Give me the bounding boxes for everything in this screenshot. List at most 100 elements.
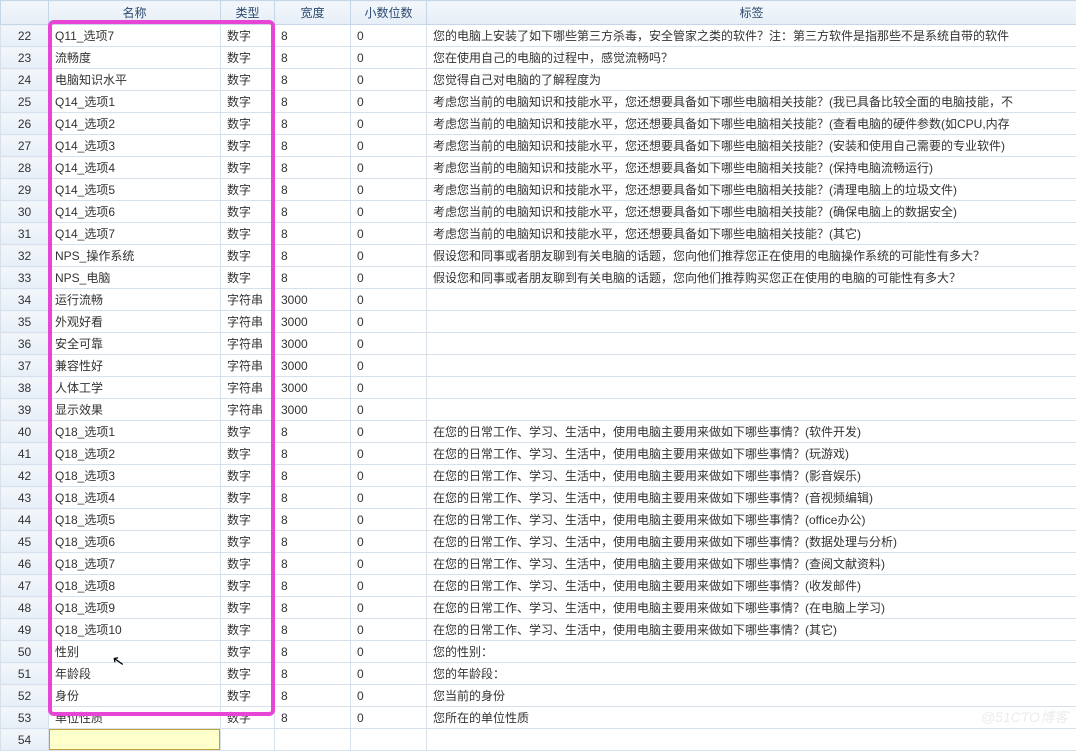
cell-decimals[interactable]: 0 bbox=[351, 157, 427, 179]
table-row[interactable]: 43Q18_选项4数字80在您的日常工作、学习、生活中，使用电脑主要用来做如下哪… bbox=[1, 487, 1076, 509]
header-corner[interactable] bbox=[1, 1, 49, 25]
cell-type[interactable]: 字符串 bbox=[221, 355, 275, 377]
table-row[interactable]: 45Q18_选项6数字80在您的日常工作、学习、生活中，使用电脑主要用来做如下哪… bbox=[1, 531, 1076, 553]
row-number[interactable]: 49 bbox=[1, 619, 49, 641]
cell-name[interactable]: Q14_选项5 bbox=[49, 179, 221, 201]
cell-type[interactable]: 数字 bbox=[221, 267, 275, 289]
cell-width[interactable]: 3000 bbox=[275, 377, 351, 399]
cell-width[interactable]: 8 bbox=[275, 421, 351, 443]
cell-type[interactable]: 数字 bbox=[221, 597, 275, 619]
table-row[interactable]: 38人体工学字符串30000 bbox=[1, 377, 1076, 399]
cell-label[interactable]: 假设您和同事或者朋友聊到有关电脑的话题，您向他们推荐您正在使用的电脑操作系统的可… bbox=[427, 245, 1076, 267]
table-row[interactable]: 32NPS_操作系统数字80假设您和同事或者朋友聊到有关电脑的话题，您向他们推荐… bbox=[1, 245, 1076, 267]
header-decimals[interactable]: 小数位数 bbox=[351, 1, 427, 25]
cell-width[interactable]: 8 bbox=[275, 201, 351, 223]
cell-name[interactable]: NPS_操作系统 bbox=[49, 245, 221, 267]
table-row[interactable]: 46Q18_选项7数字80在您的日常工作、学习、生活中，使用电脑主要用来做如下哪… bbox=[1, 553, 1076, 575]
cell-decimals[interactable]: 0 bbox=[351, 289, 427, 311]
cell-decimals[interactable]: 0 bbox=[351, 91, 427, 113]
cell-label[interactable] bbox=[427, 311, 1076, 333]
cell-width[interactable]: 8 bbox=[275, 267, 351, 289]
cell-type[interactable]: 数字 bbox=[221, 509, 275, 531]
cell-decimals[interactable]: 0 bbox=[351, 399, 427, 421]
cell-type[interactable]: 数字 bbox=[221, 245, 275, 267]
cell-type[interactable]: 数字 bbox=[221, 465, 275, 487]
row-number[interactable]: 25 bbox=[1, 91, 49, 113]
table-row[interactable]: 36安全可靠字符串30000 bbox=[1, 333, 1076, 355]
cell-type[interactable]: 数字 bbox=[221, 91, 275, 113]
grid-body[interactable]: 22Q11_选项7数字80您的电脑上安装了如下哪些第三方杀毒，安全管家之类的软件… bbox=[1, 25, 1076, 751]
row-number[interactable]: 50 bbox=[1, 641, 49, 663]
cell-name[interactable]: Q14_选项6 bbox=[49, 201, 221, 223]
row-number[interactable]: 32 bbox=[1, 245, 49, 267]
cell-label[interactable]: 考虑您当前的电脑知识和技能水平，您还想要具备如下哪些电脑相关技能？(保持电脑流畅… bbox=[427, 157, 1076, 179]
cell-width[interactable]: 8 bbox=[275, 223, 351, 245]
cell-width[interactable]: 8 bbox=[275, 553, 351, 575]
row-number[interactable]: 47 bbox=[1, 575, 49, 597]
table-row[interactable]: 49Q18_选项10数字80在您的日常工作、学习、生活中，使用电脑主要用来做如下… bbox=[1, 619, 1076, 641]
cell-name[interactable]: Q18_选项4 bbox=[49, 487, 221, 509]
row-number[interactable]: 22 bbox=[1, 25, 49, 47]
cell-decimals[interactable]: 0 bbox=[351, 223, 427, 245]
cell-decimals[interactable]: 0 bbox=[351, 641, 427, 663]
row-number[interactable]: 41 bbox=[1, 443, 49, 465]
cell-label[interactable]: 考虑您当前的电脑知识和技能水平，您还想要具备如下哪些电脑相关技能？(清理电脑上的… bbox=[427, 179, 1076, 201]
cell-label[interactable] bbox=[427, 377, 1076, 399]
cell-decimals[interactable] bbox=[351, 729, 427, 751]
cell-name[interactable]: 流畅度 bbox=[49, 47, 221, 69]
header-width[interactable]: 宽度 bbox=[275, 1, 351, 25]
table-row[interactable]: 37兼容性好字符串30000 bbox=[1, 355, 1076, 377]
table-row[interactable]: 35外观好看字符串30000 bbox=[1, 311, 1076, 333]
row-number[interactable]: 39 bbox=[1, 399, 49, 421]
cell-width[interactable]: 8 bbox=[275, 245, 351, 267]
cell-type[interactable]: 数字 bbox=[221, 179, 275, 201]
cell-width[interactable]: 8 bbox=[275, 509, 351, 531]
row-number[interactable]: 48 bbox=[1, 597, 49, 619]
cell-decimals[interactable]: 0 bbox=[351, 245, 427, 267]
cell-label[interactable] bbox=[427, 399, 1076, 421]
row-number[interactable]: 43 bbox=[1, 487, 49, 509]
cell-name[interactable]: Q14_选项2 bbox=[49, 113, 221, 135]
cell-width[interactable]: 8 bbox=[275, 443, 351, 465]
cell-width[interactable]: 8 bbox=[275, 663, 351, 685]
table-row[interactable]: 52身份数字80您当前的身份 bbox=[1, 685, 1076, 707]
row-number[interactable]: 52 bbox=[1, 685, 49, 707]
row-number[interactable]: 35 bbox=[1, 311, 49, 333]
cell-type[interactable]: 数字 bbox=[221, 201, 275, 223]
variable-grid[interactable]: 名称 类型 宽度 小数位数 标签 22Q11_选项7数字80您的电脑上安装了如下… bbox=[0, 0, 1076, 751]
cell-decimals[interactable]: 0 bbox=[351, 487, 427, 509]
cell-name[interactable]: NPS_电脑 bbox=[49, 267, 221, 289]
cell-width[interactable]: 3000 bbox=[275, 399, 351, 421]
cell-type[interactable]: 数字 bbox=[221, 619, 275, 641]
cell-decimals[interactable]: 0 bbox=[351, 443, 427, 465]
cell-type[interactable]: 数字 bbox=[221, 157, 275, 179]
cell-type[interactable]: 数字 bbox=[221, 443, 275, 465]
cell-name[interactable]: 兼容性好 bbox=[49, 355, 221, 377]
table-row[interactable]: 34运行流畅字符串30000 bbox=[1, 289, 1076, 311]
cell-width[interactable]: 8 bbox=[275, 157, 351, 179]
cell-name[interactable]: Q14_选项3 bbox=[49, 135, 221, 157]
cell-name[interactable]: Q18_选项8 bbox=[49, 575, 221, 597]
table-row[interactable]: 23流畅度数字80您在使用自己的电脑的过程中，感觉流畅吗？ bbox=[1, 47, 1076, 69]
cell-name[interactable] bbox=[49, 729, 221, 751]
cell-width[interactable]: 3000 bbox=[275, 289, 351, 311]
cell-label[interactable]: 您的年龄段： bbox=[427, 663, 1076, 685]
row-number[interactable]: 54 bbox=[1, 729, 49, 751]
cell-width[interactable]: 8 bbox=[275, 531, 351, 553]
row-number[interactable]: 29 bbox=[1, 179, 49, 201]
cell-width[interactable]: 8 bbox=[275, 465, 351, 487]
cell-label[interactable]: 您所在的单位性质 bbox=[427, 707, 1076, 729]
table-row[interactable]: 47Q18_选项8数字80在您的日常工作、学习、生活中，使用电脑主要用来做如下哪… bbox=[1, 575, 1076, 597]
table-row[interactable]: 28Q14_选项4数字80考虑您当前的电脑知识和技能水平，您还想要具备如下哪些电… bbox=[1, 157, 1076, 179]
row-number[interactable]: 31 bbox=[1, 223, 49, 245]
cell-type[interactable]: 数字 bbox=[221, 69, 275, 91]
cell-name[interactable]: Q14_选项4 bbox=[49, 157, 221, 179]
cell-label[interactable]: 在您的日常工作、学习、生活中，使用电脑主要用来做如下哪些事情？(查阅文献资料) bbox=[427, 553, 1076, 575]
row-number[interactable]: 30 bbox=[1, 201, 49, 223]
cell-width[interactable]: 8 bbox=[275, 487, 351, 509]
cell-name[interactable]: 身份 bbox=[49, 685, 221, 707]
cell-label[interactable]: 您当前的身份 bbox=[427, 685, 1076, 707]
header-name[interactable]: 名称 bbox=[49, 1, 221, 25]
cell-type[interactable]: 数字 bbox=[221, 223, 275, 245]
cell-decimals[interactable]: 0 bbox=[351, 421, 427, 443]
